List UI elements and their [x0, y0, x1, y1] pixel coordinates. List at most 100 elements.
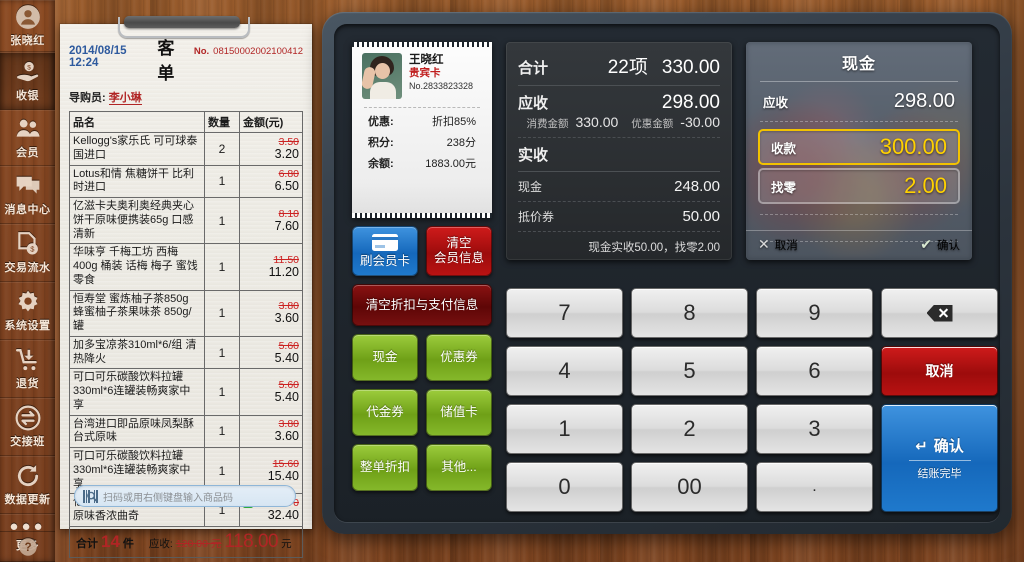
clear-member-info-button[interactable]: 清空 会员信息: [426, 226, 492, 276]
summary-payment-line: 现金 248.00: [518, 178, 720, 195]
help-button[interactable]: ?: [0, 531, 55, 562]
key-0[interactable]: 0: [506, 462, 623, 512]
due-new-amount: 118.00: [224, 530, 279, 552]
item-amount: 8.10 7.60: [239, 196, 303, 245]
confirm-divider: [908, 460, 971, 461]
button-label: 清空折扣与支付信息: [365, 297, 479, 312]
sidebar-item-settings[interactable]: 系统设置: [0, 282, 55, 340]
sidebar-item-members[interactable]: 会员: [0, 110, 55, 166]
key-7[interactable]: 7: [506, 288, 623, 338]
item-new-price: 5.40: [274, 389, 299, 404]
sidebar-item-shift-handover[interactable]: 交接班: [0, 398, 55, 456]
key-label: 1: [558, 416, 571, 441]
cash-divider: [760, 214, 958, 215]
message-center-bubbles-icon: [15, 173, 41, 199]
user-avatar-icon: [15, 4, 41, 30]
key-3[interactable]: 3: [756, 404, 873, 454]
item-new-price: 3.20: [274, 146, 299, 161]
coupon-button[interactable]: 优惠券: [426, 334, 492, 381]
col-name: 品名: [69, 111, 205, 133]
member-detail-row: 优惠: 折扣85%: [362, 108, 482, 129]
sidebar-item-label: 退货: [16, 378, 39, 390]
summary-due-label: 应收: [518, 95, 549, 112]
keypad-cancel-button[interactable]: 取消: [881, 346, 998, 396]
key-6[interactable]: 6: [756, 346, 873, 396]
key-8[interactable]: 8: [631, 288, 748, 338]
table-row[interactable]: Lotus和情 焦糖饼干 比利时进口 1 6.80 6.50: [69, 164, 303, 198]
key-4[interactable]: 4: [506, 346, 623, 396]
payment-value: 248.00: [674, 178, 720, 195]
sidebar-item-data-refresh[interactable]: 数据更新: [0, 456, 55, 514]
stored-value-card-button[interactable]: 储值卡: [426, 389, 492, 436]
key-label: 9: [808, 300, 821, 325]
keypad-confirm-button[interactable]: ↵ 确认 结账完毕: [881, 404, 998, 512]
sidebar-item-returns[interactable]: 退货: [0, 340, 55, 398]
close-x-icon: ✕: [758, 236, 770, 252]
table-row[interactable]: 可口可乐碳酸饮料拉罐330ml*6连罐装畅爽家中享 1 5.60 5.40: [69, 368, 303, 416]
cash-confirm-button[interactable]: ✔ 确认: [920, 236, 960, 253]
cash-received-field[interactable]: 收款 300.00: [758, 129, 960, 165]
voucher-button[interactable]: 代金券: [352, 389, 418, 436]
help-question-icon: ?: [18, 537, 38, 557]
clear-discount-payment-button[interactable]: 清空折扣与支付信息: [352, 284, 492, 326]
item-name: Kellogg's家乐氏 可可球泰国进口: [69, 132, 205, 166]
sidebar-item-label: 收银: [16, 90, 39, 102]
item-new-price: 32.40: [267, 508, 299, 522]
cash-cancel-label: 取消: [774, 239, 798, 252]
summary-note: 现金实收50.00，找零2.00: [588, 242, 720, 254]
table-row[interactable]: Kellogg's家乐氏 可可球泰国进口 2 3.50 3.20: [69, 132, 303, 166]
gear-settings-icon: [15, 289, 41, 315]
table-row[interactable]: 恒寿堂 蜜炼柚子茶850g 蜂蜜柚子茶果味茶 850g/罐 1 3.80 3.60: [69, 289, 303, 337]
key-2[interactable]: 2: [631, 404, 748, 454]
sidebar-item-transactions[interactable]: $ 交易流水: [0, 224, 55, 282]
table-row[interactable]: 加多宝凉茶310ml*6/组 清热降火 1 5.60 5.40: [69, 335, 303, 370]
key-00[interactable]: 00: [631, 462, 748, 512]
summary-discount-amount: -30.00: [680, 114, 720, 130]
sidebar-user-profile[interactable]: 张晓红: [0, 0, 55, 52]
key-9[interactable]: 9: [756, 288, 873, 338]
cash-button[interactable]: 现金: [352, 334, 418, 381]
member-card-no: No.2833823328: [409, 81, 474, 91]
key-decimal[interactable]: .: [756, 462, 873, 512]
receipt-items-table: 品名 数量 金额(元) Kellogg's家乐氏 可可球泰国进口 2 3.50 3.2…: [69, 111, 303, 527]
summary-due-amount: 298.00: [661, 92, 720, 113]
receipt-clip: [118, 13, 250, 38]
table-row[interactable]: 华味亨 千梅工坊 西梅 400g 桶装 话梅 梅子 蜜饯零食 1 11.50 11.2…: [69, 243, 303, 291]
pos-terminal: 王晓红 贵宾卡 No.2833823328 优惠: 折扣85% 积分: 238分…: [322, 12, 1012, 534]
card-bottom-edge: [352, 213, 492, 218]
button-label: 优惠券: [440, 350, 478, 364]
summary-breakdown-row: 消费金额 330.00 优惠金额 -30.00: [518, 114, 720, 131]
scan-input[interactable]: 扫码或用右侧键盘输入商品码: [74, 485, 296, 507]
sidebar-item-message-center[interactable]: 消息中心: [0, 166, 55, 224]
item-qty: 1: [204, 289, 240, 337]
item-name: 可口可乐碳酸饮料拉罐330ml*6连罐装畅爽家中享: [69, 368, 205, 416]
member-detail-row: 积分: 238分: [362, 129, 482, 150]
key-1[interactable]: 1: [506, 404, 623, 454]
cash-cancel-button[interactable]: ✕ 取消: [758, 236, 798, 253]
sidebar-item-cashier[interactable]: $ 收银: [0, 52, 55, 110]
table-row[interactable]: 台湾进口即品原味凤梨酥 台式原味 1 3.80 3.60: [69, 414, 303, 448]
item-amount: 5.60 5.40: [239, 368, 303, 416]
whole-order-discount-button[interactable]: 整单折扣: [352, 444, 418, 491]
key-label: 8: [683, 300, 696, 325]
swipe-member-card-button[interactable]: 刷会员卡: [352, 226, 418, 276]
cash-panel-title: 现金: [841, 56, 876, 73]
other-button[interactable]: 其他...: [426, 444, 492, 491]
table-row[interactable]: 亿滋卡夫奥利奥经典夹心饼干原味便携装65g 口感清新 1 8.10 7.60: [69, 196, 303, 245]
summary-discount-label: 优惠金额: [631, 118, 674, 130]
key-5[interactable]: 5: [631, 346, 748, 396]
receipt-total-row: 合计 14 件 应收: 120.00 元 118.00 元: [69, 526, 303, 558]
receipt-datetime: 2014/08/15 12:24: [69, 45, 127, 69]
col-amount: 金额(元): [239, 111, 303, 133]
button-label: 整单折扣: [359, 460, 410, 474]
item-qty: 1: [204, 164, 240, 198]
credit-card-icon: [372, 233, 398, 251]
sidebar-user-name: 张晓红: [10, 35, 45, 47]
transaction-records-icon: $: [15, 231, 41, 257]
cash-divider: [760, 121, 958, 122]
key-backspace[interactable]: [881, 288, 998, 338]
cash-payment-panel: 现金 应收 298.00 收款 300.00 找零 2.00 ✕ 取消 ✔ 确认: [746, 42, 972, 260]
guide-name[interactable]: 李小琳: [108, 92, 142, 105]
item-new-price: 15.40: [267, 468, 299, 483]
summary-divider: [518, 85, 720, 86]
